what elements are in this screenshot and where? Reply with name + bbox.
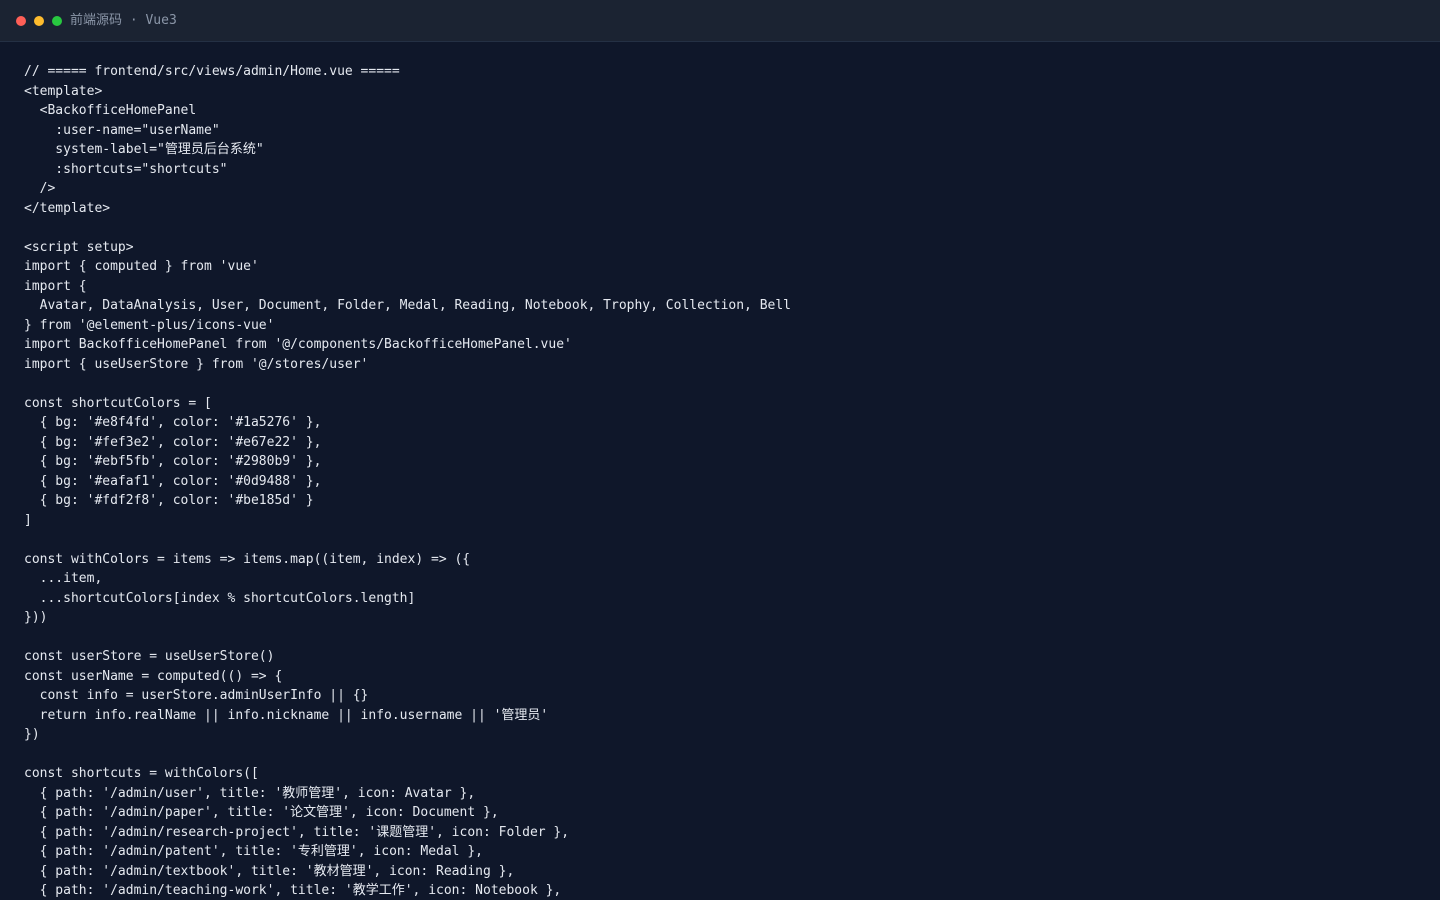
- close-window-button[interactable]: [16, 16, 26, 26]
- code-viewer-window: 前端源码 · Vue3 // ===== frontend/src/views/…: [0, 0, 1440, 900]
- code-line: }): [24, 727, 40, 742]
- code-line: Avatar, DataAnalysis, User, Document, Fo…: [24, 298, 792, 313]
- code-line: { bg: '#fef3e2', color: '#e67e22' },: [24, 434, 322, 450]
- code-line: return info.realName || info.nickname ||…: [24, 707, 549, 723]
- code-line: :user-name="userName": [24, 122, 220, 138]
- code-editor[interactable]: // ===== frontend/src/views/admin/Home.v…: [24, 62, 1424, 900]
- code-line: { path: '/admin/user', title: '教师管理', ic…: [24, 785, 476, 801]
- code-line: { path: '/admin/textbook', title: '教材管理'…: [24, 863, 515, 879]
- code-line: import {: [24, 278, 87, 294]
- code-line: // ===== frontend/src/views/admin/Home.v…: [24, 64, 400, 79]
- code-line: <script setup>: [24, 239, 134, 255]
- code-line: } from '@element-plus/icons-vue': [24, 317, 275, 333]
- code-line: const shortcutColors = [: [24, 395, 212, 411]
- window-title: 前端源码 · Vue3: [70, 13, 177, 28]
- code-line: :shortcuts="shortcuts": [24, 161, 228, 177]
- code-line: import BackofficeHomePanel from '@/compo…: [24, 337, 572, 352]
- code-line: const info = userStore.adminUserInfo || …: [24, 688, 369, 703]
- code-line: ...shortcutColors[index % shortcutColors…: [24, 590, 416, 606]
- code-line: { path: '/admin/teaching-work', title: '…: [24, 883, 562, 898]
- code-line: system-label="管理员后台系统": [24, 142, 264, 157]
- minimize-window-button[interactable]: [34, 16, 44, 26]
- code-line: </template>: [24, 200, 111, 216]
- code-line: import { useUserStore } from '@/stores/u…: [24, 356, 369, 372]
- code-line: const withColors = items => items.map((i…: [24, 551, 471, 567]
- code-line: { bg: '#fdf2f8', color: '#be185d' }: [24, 493, 314, 508]
- code-line: ]: [24, 512, 32, 528]
- code-line: })): [24, 610, 48, 625]
- code-line: { path: '/admin/patent', title: '专利管理', …: [24, 844, 483, 859]
- code-line: { bg: '#ebf5fb', color: '#2980b9' },: [24, 454, 322, 469]
- code-line: { path: '/admin/research-project', title…: [24, 824, 570, 840]
- maximize-window-button[interactable]: [52, 16, 62, 26]
- title-bar: 前端源码 · Vue3: [0, 0, 1440, 42]
- source-code: // ===== frontend/src/views/admin/Home.v…: [24, 62, 1424, 900]
- code-line: />: [24, 181, 56, 196]
- code-line: ...item,: [24, 571, 103, 586]
- code-line: <template>: [24, 83, 103, 99]
- code-line: import { computed } from 'vue': [24, 259, 259, 274]
- code-line: const userName = computed(() => {: [24, 668, 283, 684]
- code-line: { bg: '#eafaf1', color: '#0d9488' },: [24, 473, 322, 489]
- code-line: const userStore = useUserStore(): [24, 649, 275, 664]
- code-line: <BackofficeHomePanel: [24, 103, 197, 118]
- code-line: const shortcuts = withColors([: [24, 766, 259, 781]
- code-line: { bg: '#e8f4fd', color: '#1a5276' },: [24, 415, 322, 430]
- code-line: { path: '/admin/paper', title: '论文管理', i…: [24, 805, 499, 820]
